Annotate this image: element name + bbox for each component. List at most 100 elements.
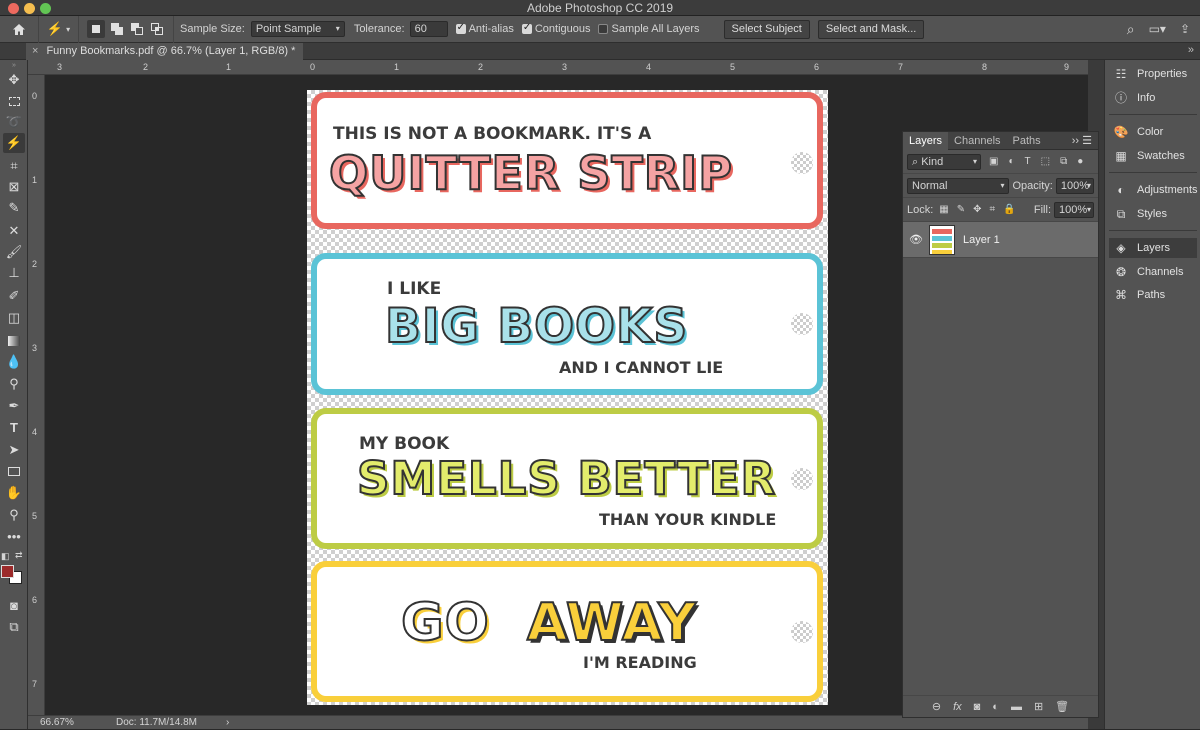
add-mask-icon[interactable]: ◙ xyxy=(974,701,981,713)
select-subject-button[interactable]: Select Subject xyxy=(723,19,810,39)
lock-transparent-icon[interactable]: ▦ xyxy=(939,204,948,215)
close-tab-icon[interactable]: × xyxy=(32,45,38,57)
tab-layers[interactable]: Layers xyxy=(903,131,949,150)
card-tagline: AND I CANNOT LIE xyxy=(559,358,724,377)
path-selection-icon[interactable]: ➤ xyxy=(3,440,25,460)
rectangle-tool-icon[interactable] xyxy=(3,461,25,481)
smart-object-filter-icon[interactable]: ⧉ xyxy=(1060,156,1067,167)
document-canvas[interactable]: THIS IS NOT A BOOKMARK. IT'S A QUITTER S… xyxy=(307,90,828,705)
dock-paths[interactable]: ⌘ Paths xyxy=(1113,285,1165,305)
zoom-tool-icon[interactable]: ⚲ xyxy=(3,505,25,525)
panel-menu-icon[interactable]: ›› ☰ xyxy=(1072,134,1098,147)
dock-properties[interactable]: ☷ Properties xyxy=(1113,64,1188,84)
lock-all-icon[interactable]: 🔒 xyxy=(1003,204,1015,215)
intersect-selection-icon[interactable] xyxy=(151,23,165,35)
sample-all-layers-checkbox[interactable]: Sample All Layers xyxy=(590,16,700,43)
magic-wand-tool-icon[interactable]: ⚡ xyxy=(3,133,25,153)
fx-icon[interactable]: fx xyxy=(953,701,962,713)
sample-size-select[interactable]: Point Sample ▾ xyxy=(250,21,345,37)
magic-wand-preset-icon[interactable]: ⚡ ▾ xyxy=(38,15,78,43)
screen-mode-icon[interactable]: ⧉ xyxy=(3,617,25,637)
clone-stamp-icon[interactable]: ⊥ xyxy=(3,263,25,283)
bookmark-card-smells-better: MY BOOK SMELLS BETTER THAN YOUR KINDLE xyxy=(311,408,823,549)
dodge-tool-icon[interactable]: ⚲ xyxy=(3,374,25,394)
pen-tool-icon[interactable]: ✒ xyxy=(3,396,25,416)
shape-filter-icon[interactable]: ⬚ xyxy=(1041,156,1050,167)
pixel-filter-icon[interactable]: ▣ xyxy=(989,156,998,167)
history-brush-icon[interactable]: ✐ xyxy=(3,286,25,306)
gradient-tool-icon[interactable] xyxy=(3,330,25,350)
collapse-icon[interactable]: » xyxy=(1188,44,1194,56)
swap-colors-icon[interactable]: ⇄ xyxy=(15,550,23,561)
zoom-level[interactable]: 66.67% xyxy=(40,716,74,730)
contiguous-checkbox[interactable]: Contiguous xyxy=(514,16,590,43)
eraser-tool-icon[interactable]: ◫ xyxy=(3,308,25,328)
lock-position-icon[interactable]: ✥ xyxy=(973,204,981,215)
tolerance-input[interactable]: 60 xyxy=(409,21,448,37)
bookmark-card-go-away: GO AWAY I'M READING xyxy=(311,561,823,702)
layer-name[interactable]: Layer 1 xyxy=(963,234,1000,246)
frame-tool-icon[interactable]: ⊠ xyxy=(3,177,25,197)
dock-info[interactable]: ⓘ Info xyxy=(1113,88,1155,108)
lock-pixels-icon[interactable]: ✎ xyxy=(957,204,965,215)
link-layers-icon[interactable]: ⊖ xyxy=(932,700,941,713)
type-filter-icon[interactable]: T xyxy=(1025,156,1031,167)
tab-channels[interactable]: Channels xyxy=(948,132,1006,150)
filter-toggle-icon[interactable]: ● xyxy=(1077,156,1083,167)
crop-tool-icon[interactable]: ⌗ xyxy=(3,156,25,176)
default-colors-icon[interactable]: ◧ xyxy=(1,551,10,562)
status-menu-arrow-icon[interactable]: › xyxy=(226,716,229,730)
layer-row[interactable]: 👁 Layer 1 xyxy=(903,222,1098,258)
hand-tool-icon[interactable]: ✋ xyxy=(3,483,25,503)
layer-filter-select[interactable]: ⌕ Kind ▾ xyxy=(907,153,981,170)
workspace-icon[interactable]: ▭▾ xyxy=(1149,22,1166,36)
anti-alias-checkbox[interactable]: Anti-alias xyxy=(448,16,514,43)
brush-tool-icon[interactable]: 🖌 xyxy=(3,242,25,262)
move-tool-icon[interactable]: ✥ xyxy=(3,70,25,90)
collapse-tools-icon[interactable]: » xyxy=(3,62,25,70)
dock-swatches[interactable]: ▦ Swatches xyxy=(1113,146,1184,166)
type-tool-icon[interactable]: T xyxy=(3,418,25,438)
close-window-button[interactable] xyxy=(8,3,19,14)
new-layer-icon[interactable]: ⊞ xyxy=(1034,700,1043,713)
document-tab[interactable]: × Funny Bookmarks.pdf @ 66.7% (Layer 1, R… xyxy=(26,43,304,60)
sample-size-value: Point Sample xyxy=(255,23,322,35)
select-and-mask-button[interactable]: Select and Mask... xyxy=(817,19,925,39)
fill-input[interactable]: 100% ▾ xyxy=(1054,201,1094,218)
search-icon[interactable]: ⌕ xyxy=(1127,21,1135,38)
edit-toolbar-icon[interactable]: ••• xyxy=(3,527,25,547)
blur-tool-icon[interactable]: 💧 xyxy=(3,352,25,372)
new-group-icon[interactable]: ▬ xyxy=(1011,701,1022,713)
tab-paths[interactable]: Paths xyxy=(1007,132,1047,150)
opacity-input[interactable]: 100% ▾ xyxy=(1055,177,1094,194)
ruler-label: 1 xyxy=(394,62,400,72)
punch-hole xyxy=(791,313,813,335)
share-icon[interactable]: ⇪ xyxy=(1180,22,1190,36)
dock-channels[interactable]: ❂ Channels xyxy=(1113,262,1184,282)
foreground-color-swatch[interactable] xyxy=(1,565,14,578)
dock-styles[interactable]: ⧉ Styles xyxy=(1113,204,1167,224)
zoom-window-button[interactable] xyxy=(40,3,51,14)
ruler-label: 0 xyxy=(32,91,38,101)
delete-layer-icon[interactable]: 🗑 xyxy=(1055,700,1069,713)
minimize-window-button[interactable] xyxy=(24,3,35,14)
blend-mode-select[interactable]: Normal ▾ xyxy=(907,177,1009,194)
visibility-eye-icon[interactable]: 👁 xyxy=(909,233,925,246)
healing-brush-icon[interactable]: ✕ xyxy=(3,221,25,241)
add-selection-icon[interactable] xyxy=(111,23,125,35)
lock-artboard-icon[interactable]: ⌗ xyxy=(990,204,996,215)
eyedropper-tool-icon[interactable]: ✎ xyxy=(3,198,25,218)
subtract-selection-icon[interactable] xyxy=(131,23,145,35)
ruler-label: 6 xyxy=(814,62,820,72)
quick-mask-icon[interactable]: ◙ xyxy=(3,596,25,616)
marquee-tool-icon[interactable] xyxy=(3,91,25,111)
new-selection-icon[interactable] xyxy=(87,20,105,38)
adjustment-filter-icon[interactable]: ◐ xyxy=(1008,156,1014,167)
lasso-tool-icon[interactable]: ➰ xyxy=(3,112,25,132)
opacity-label: Opacity: xyxy=(1012,179,1053,192)
dock-adjustments[interactable]: ◐ Adjustments xyxy=(1113,180,1197,200)
dock-layers[interactable]: ◈ Layers xyxy=(1109,238,1197,258)
dock-color[interactable]: 🎨 Color xyxy=(1113,122,1164,142)
home-icon[interactable] xyxy=(0,16,38,43)
adjustment-layer-icon[interactable]: ◐ xyxy=(992,701,999,713)
